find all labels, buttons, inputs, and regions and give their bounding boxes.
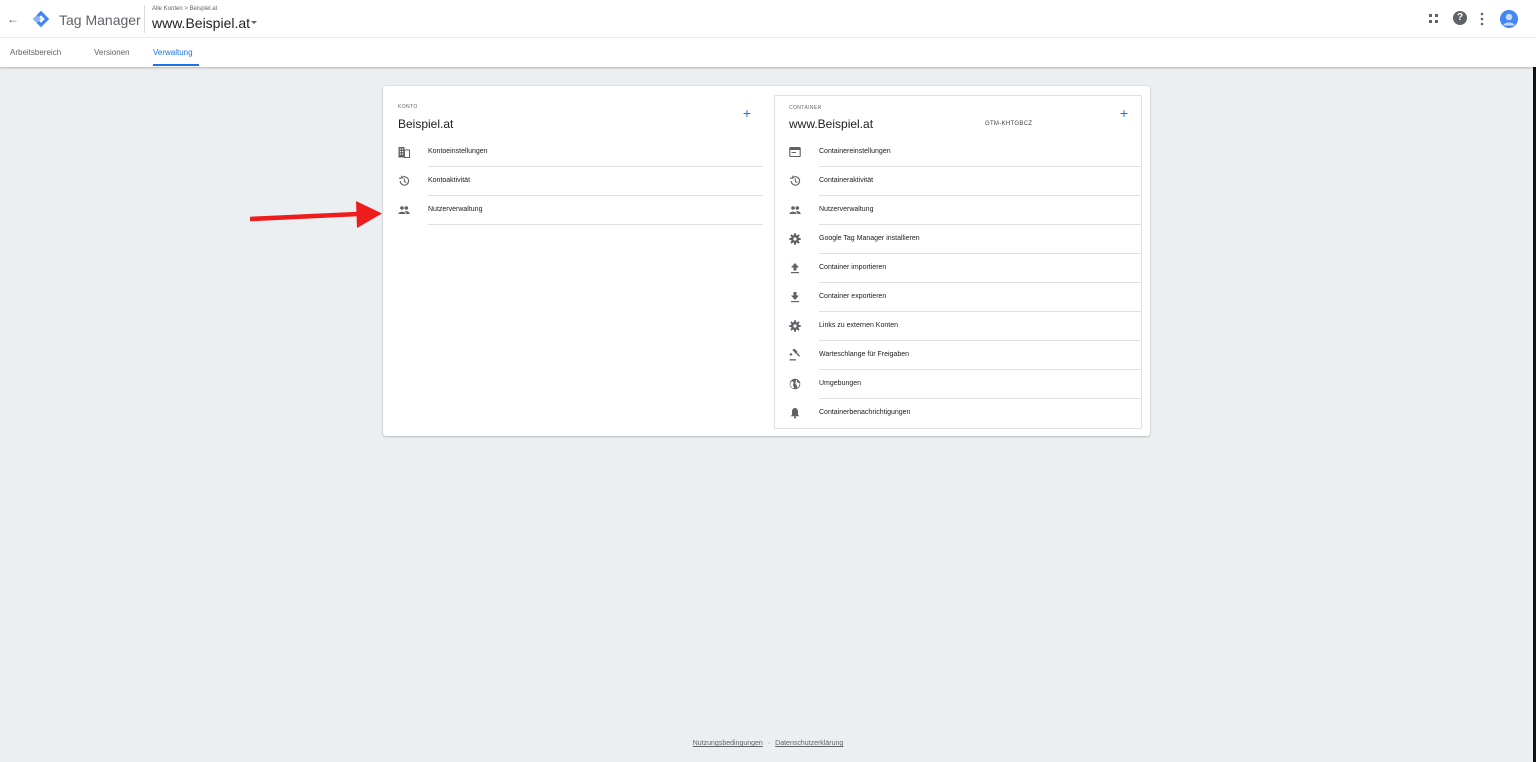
- export-container-item[interactable]: Container exportieren: [789, 283, 1141, 312]
- menu-item-label: Containereinstellungen: [819, 148, 891, 155]
- container-switcher-caret-icon[interactable]: [251, 21, 257, 24]
- gear-icon: [789, 233, 801, 245]
- container-name: www.Beispiel.at: [789, 117, 874, 131]
- menu-item-label: Nutzerverwaltung: [819, 206, 874, 213]
- account-name: Beispiel.at: [398, 117, 454, 131]
- container-user-management-item[interactable]: Nutzerverwaltung: [789, 196, 1141, 225]
- active-tab-indicator: [153, 64, 199, 66]
- menu-item-label: Warteschlange für Freigaben: [819, 351, 910, 358]
- history-icon: [399, 175, 410, 186]
- tab-versionen[interactable]: Versionen: [94, 48, 130, 57]
- admin-card: KONTO Beispiel.at + Kontoeinstellungen K…: [383, 86, 1150, 436]
- apps-grid-icon[interactable]: [1429, 14, 1439, 24]
- globe-icon: [789, 378, 801, 390]
- container-panel: CONTAINER www.Beispiel.at GTM-KHTGBCZ + …: [774, 95, 1142, 429]
- menu-item-label: Links zu externen Konten: [819, 322, 898, 329]
- install-gtm-item[interactable]: Google Tag Manager installieren: [789, 225, 1141, 254]
- tab-verwaltung[interactable]: Verwaltung: [153, 48, 193, 57]
- container-settings-item[interactable]: Containereinstellungen: [789, 138, 1141, 167]
- privacy-link[interactable]: Datenschutzerklärung: [775, 740, 843, 747]
- menu-item-label: Nutzerverwaltung: [428, 206, 483, 213]
- account-settings-item[interactable]: Kontoeinstellungen: [398, 138, 763, 167]
- container-id: GTM-KHTGBCZ: [985, 121, 1033, 127]
- app-name: Tag Manager: [59, 12, 141, 28]
- help-icon[interactable]: ?: [1453, 11, 1467, 25]
- menu-item-label: Containerbenachrichtigungen: [819, 409, 911, 416]
- container-switcher-title[interactable]: www.Beispiel.at: [152, 15, 250, 31]
- people-icon: [789, 206, 801, 214]
- environments-item[interactable]: Umgebungen: [789, 370, 1141, 399]
- container-notifications-item[interactable]: Containerbenachrichtigungen: [789, 399, 1141, 428]
- more-vert-icon[interactable]: [1477, 11, 1487, 27]
- top-app-bar: ← Tag Manager Alle Konten > Beispiel.at …: [0, 0, 1536, 67]
- menu-item-label: Umgebungen: [819, 380, 862, 387]
- footer-separator: ·: [767, 740, 771, 747]
- approval-queue-item[interactable]: Warteschlange für Freigaben: [789, 341, 1141, 370]
- menu-item-label: Container exportieren: [819, 293, 887, 300]
- import-container-item[interactable]: Container importieren: [789, 254, 1141, 283]
- add-account-button[interactable]: +: [740, 106, 754, 120]
- tab-arbeitsbereich[interactable]: Arbeitsbereich: [10, 48, 61, 57]
- red-annotation-arrow: [249, 201, 382, 228]
- back-arrow-icon[interactable]: ←: [4, 10, 22, 28]
- people-icon: [398, 206, 410, 214]
- page-footer: Nutzungsbedingungen · Datenschutzerklärung: [0, 740, 1536, 747]
- account-section-label: KONTO: [398, 104, 418, 110]
- gavel-icon: [789, 349, 801, 361]
- menu-item-label: Container importieren: [819, 264, 887, 271]
- bell-icon: [790, 408, 800, 419]
- upload-icon: [791, 263, 799, 274]
- account-avatar-icon[interactable]: [1500, 10, 1518, 28]
- menu-item-label: Containeraktivität: [819, 177, 874, 184]
- header-rule: [0, 37, 1536, 38]
- window-icon: [789, 146, 801, 158]
- menu-item-label: Kontoaktivität: [428, 177, 471, 184]
- external-account-links-item[interactable]: Links zu externen Konten: [789, 312, 1141, 341]
- header-divider: [144, 5, 145, 33]
- download-icon: [791, 292, 799, 303]
- account-activity-item[interactable]: Kontoaktivität: [398, 167, 763, 196]
- history-icon: [790, 175, 801, 186]
- container-activity-item[interactable]: Containeraktivität: [789, 167, 1141, 196]
- menu-item-label: Google Tag Manager installieren: [819, 235, 920, 242]
- container-section-label: CONTAINER: [789, 105, 822, 111]
- add-container-button[interactable]: +: [1117, 106, 1131, 120]
- menu-item-label: Kontoeinstellungen: [428, 148, 488, 155]
- breadcrumb[interactable]: Alle Konten > Beispiel.at: [152, 6, 217, 12]
- menu-divider: [428, 224, 763, 225]
- building-icon: [398, 147, 410, 158]
- terms-link[interactable]: Nutzungsbedingungen: [693, 740, 763, 747]
- account-user-management-item[interactable]: Nutzerverwaltung: [398, 196, 763, 225]
- tag-manager-logo: [32, 10, 50, 28]
- gear-icon: [789, 320, 801, 332]
